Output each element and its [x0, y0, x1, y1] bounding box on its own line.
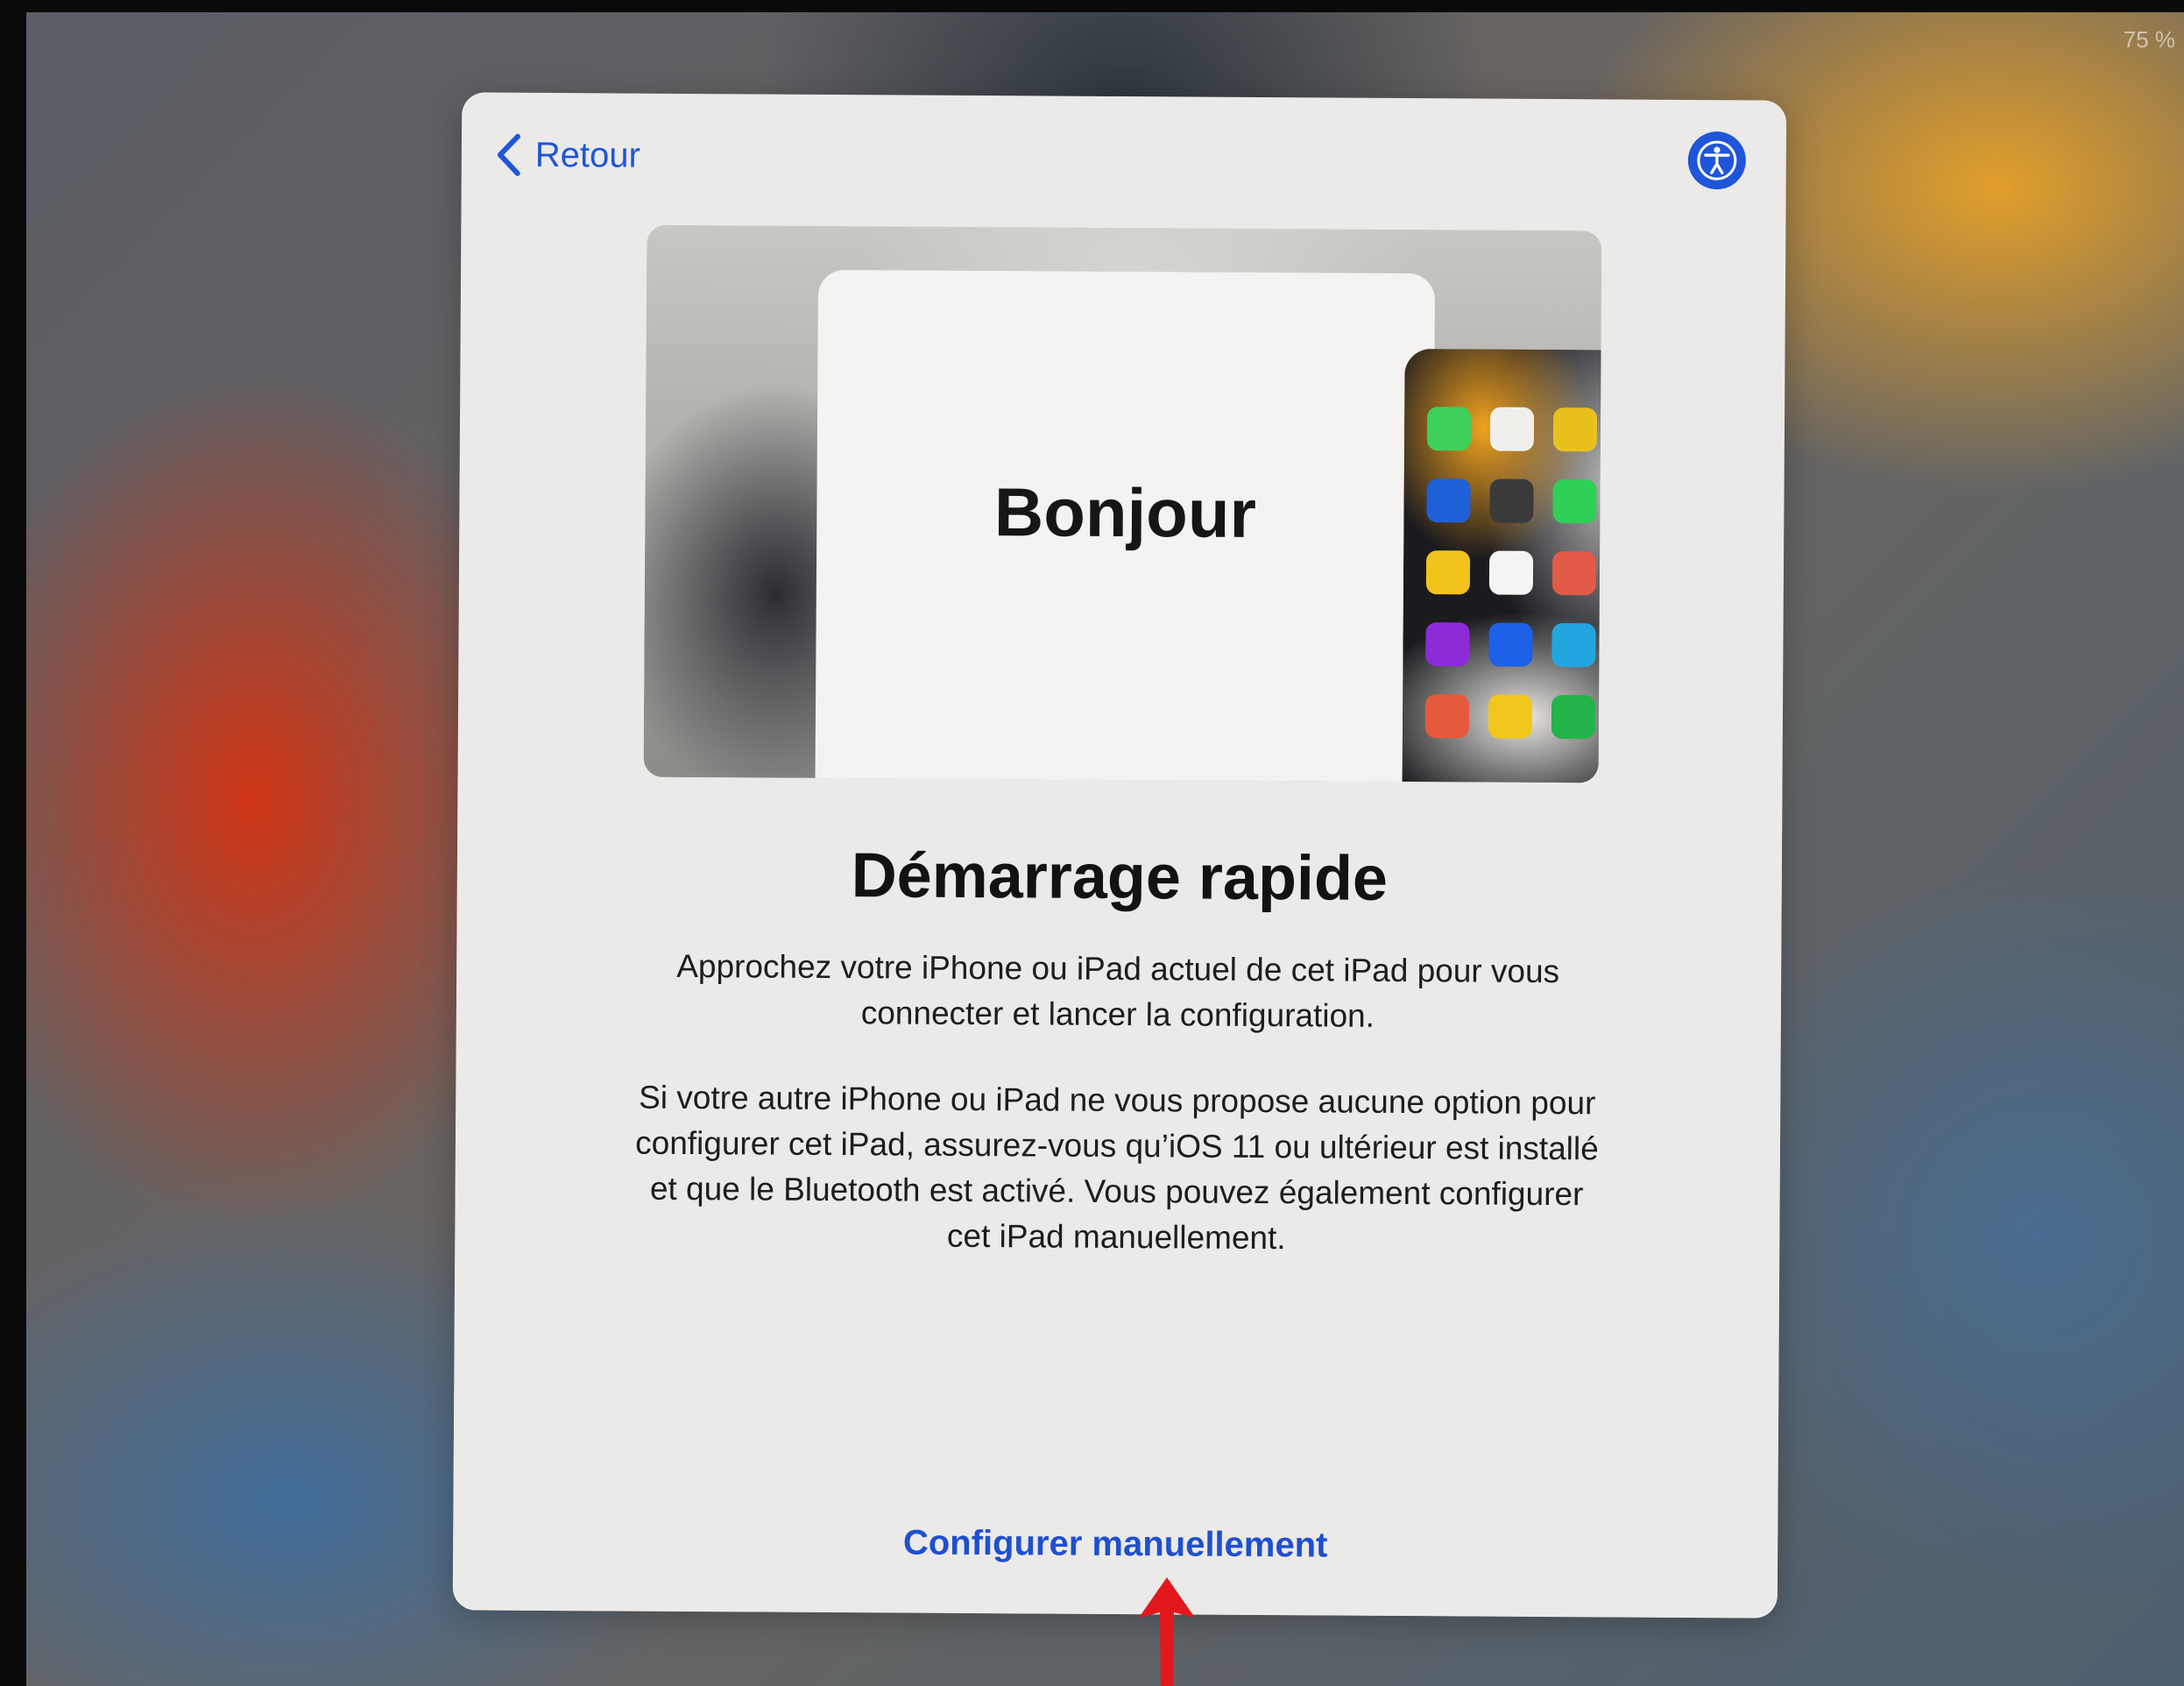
app-icon: [1425, 622, 1470, 667]
app-icon: [1426, 407, 1472, 451]
app-icon: [1552, 407, 1598, 452]
app-icon: [1551, 551, 1597, 596]
ipad-illustration: Bonjour: [815, 269, 1436, 783]
accessibility-button[interactable]: [1687, 131, 1747, 190]
back-button[interactable]: Retour: [493, 133, 640, 178]
app-icon: [1552, 479, 1597, 524]
app-icon: [1551, 695, 1596, 740]
app-icon: [1425, 550, 1471, 595]
iphone-illustration: [1402, 348, 1602, 783]
app-icon: [1488, 622, 1533, 667]
app-icon: [1488, 550, 1534, 595]
page-title: Démarrage rapide: [851, 840, 1389, 914]
app-icon-grid: [1424, 407, 1602, 740]
ipad-screen: 75 % Retour Bonjour Démarrage rapide App…: [26, 12, 2184, 1686]
configure-manually-button[interactable]: Configurer manuellement: [453, 1520, 1778, 1568]
app-icon: [1489, 478, 1534, 523]
instructions-paragraph: Approchez votre iPhone ou iPad actuel de…: [676, 947, 1560, 1034]
back-button-label: Retour: [534, 135, 641, 175]
hero-illustration: Bonjour: [643, 224, 1602, 783]
accessibility-icon: [1697, 140, 1737, 181]
quick-start-card: Retour Bonjour Démarrage rapide Approche…: [452, 92, 1787, 1619]
hello-greeting: Bonjour: [993, 472, 1257, 552]
battery-indicator: 75 %: [2123, 26, 2175, 53]
app-icon: [1489, 407, 1535, 451]
app-icon: [1488, 694, 1533, 739]
app-icon: [1426, 478, 1471, 523]
annotation-arrow-icon: [1139, 1577, 1195, 1686]
help-paragraph: Si votre autre iPhone ou iPad ne vous pr…: [635, 1079, 1599, 1257]
app-icon: [1424, 694, 1470, 739]
app-icon: [1551, 623, 1596, 668]
chevron-left-icon: [497, 133, 520, 176]
